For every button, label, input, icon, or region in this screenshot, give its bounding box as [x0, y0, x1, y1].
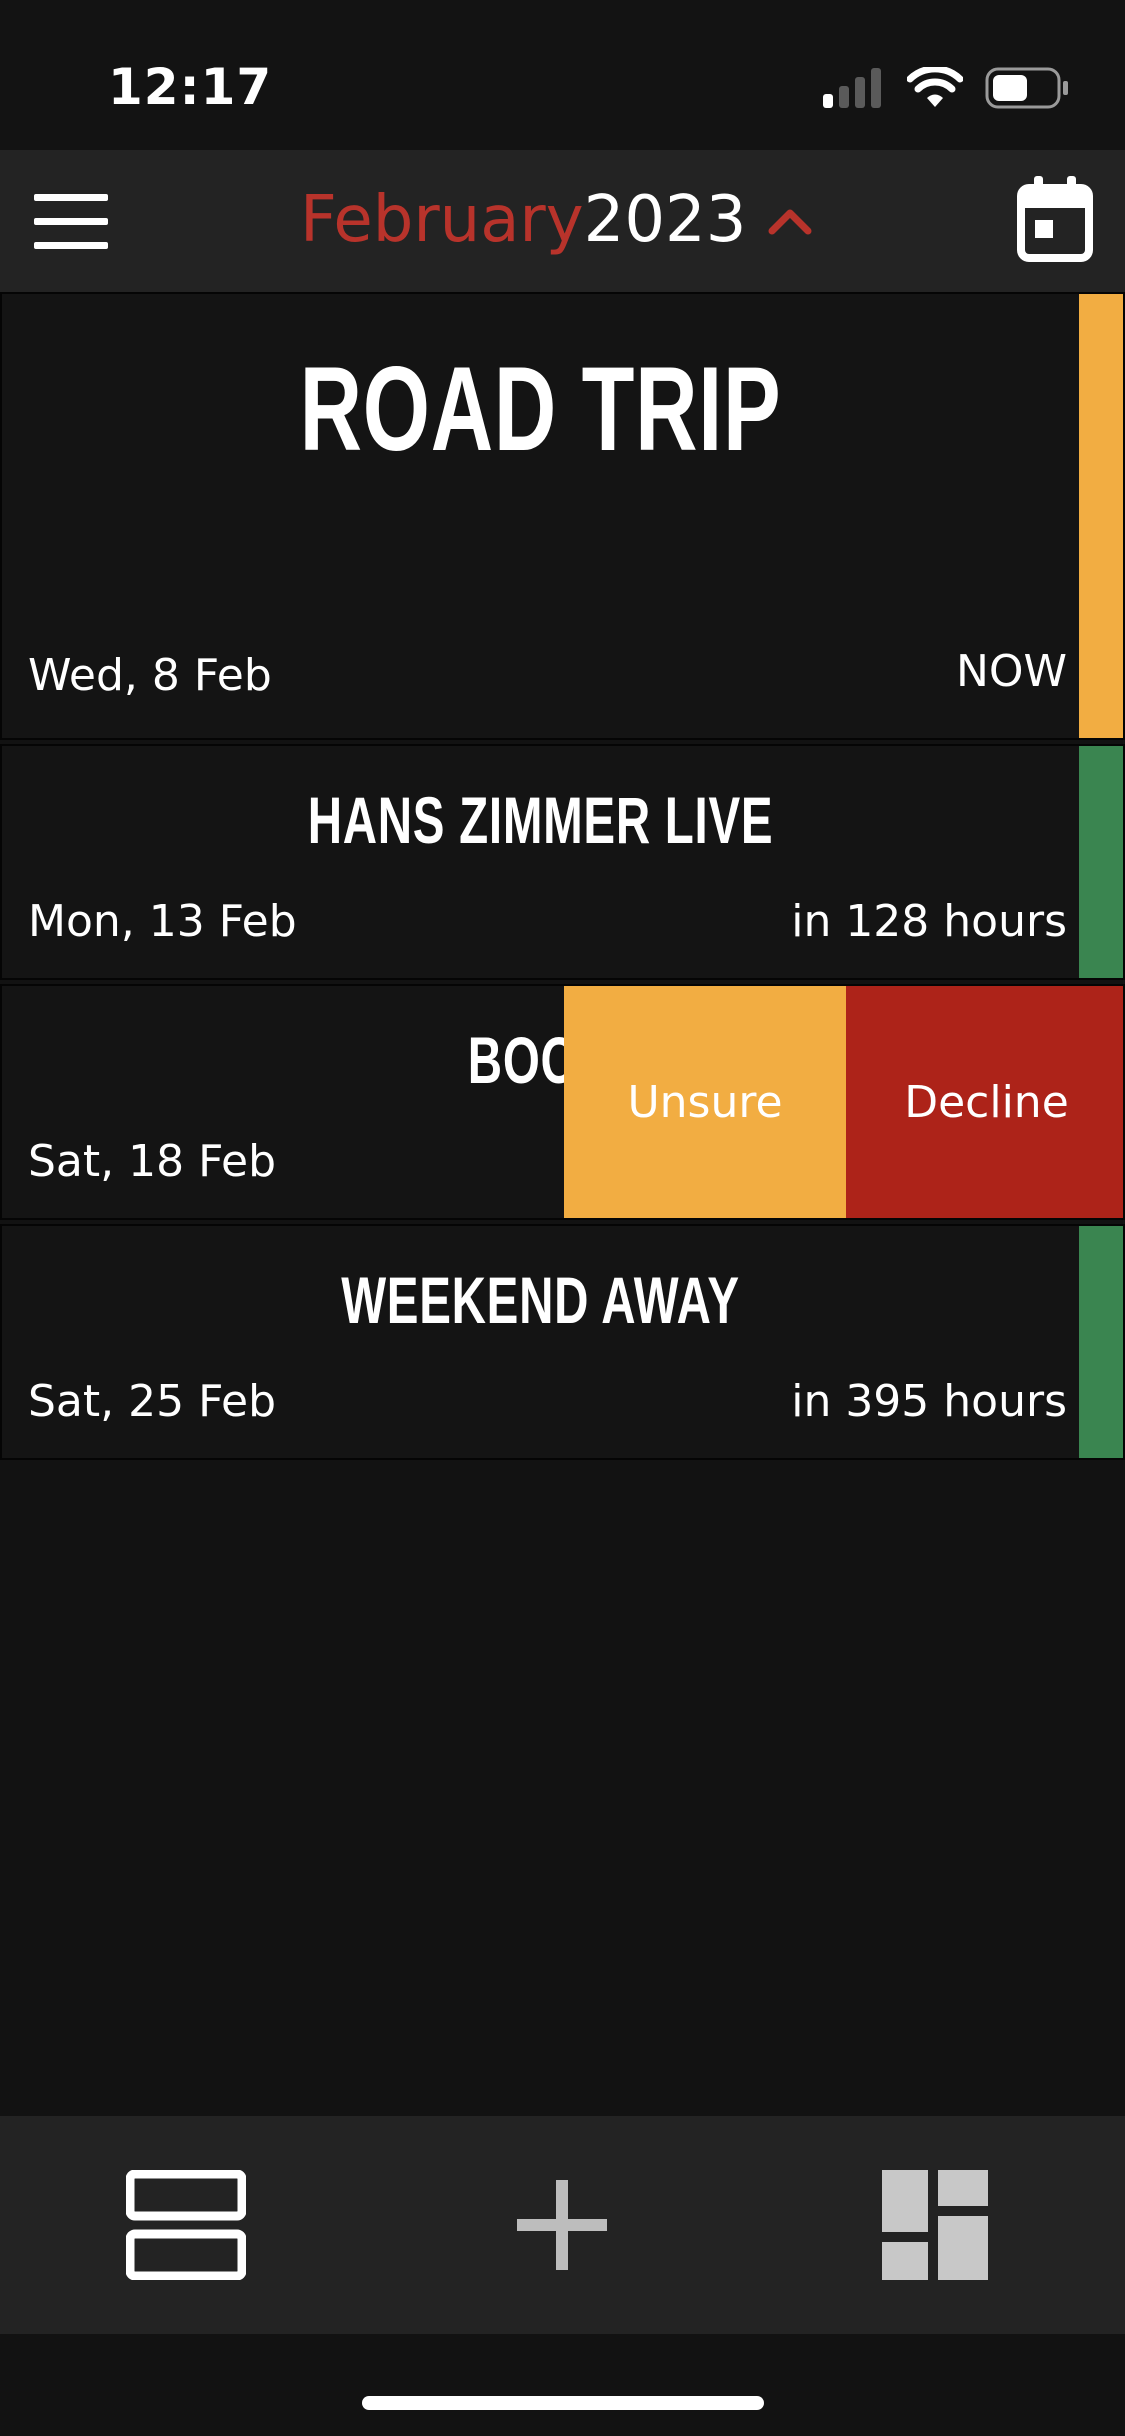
calendar-icon[interactable]: [1017, 176, 1093, 262]
event-card[interactable]: BOOK Sat, 18 Feb Unsure Decline: [0, 984, 1125, 1220]
menu-button[interactable]: [34, 194, 108, 250]
event-eta: NOW: [955, 646, 1067, 697]
event-card[interactable]: WEEKEND AWAY Sat, 25 Feb in 395 hours: [0, 1224, 1125, 1460]
wifi-icon: [907, 67, 963, 107]
dashboard-icon[interactable]: [876, 2170, 996, 2280]
status-accent: [1079, 746, 1123, 978]
event-title: HANS ZIMMER LIVE: [307, 783, 774, 857]
status-icons: [823, 66, 1069, 110]
event-eta: in 395 hours: [791, 1376, 1067, 1427]
event-card[interactable]: ROAD TRIP Wed, 8 Feb NOW: [0, 292, 1125, 740]
status-bar: 12:17: [0, 0, 1125, 150]
event-date: Sat, 25 Feb: [28, 1376, 276, 1427]
chevron-up-icon: [768, 209, 812, 235]
event-date: Wed, 8 Feb: [28, 650, 272, 701]
home-indicator: [362, 2396, 764, 2410]
event-title: ROAD TRIP: [299, 342, 782, 476]
decline-button[interactable]: Decline: [846, 986, 1123, 1218]
menu-icon: [34, 194, 108, 201]
battery-icon: [985, 67, 1068, 109]
list-view-icon[interactable]: [126, 2170, 246, 2280]
unsure-button[interactable]: Unsure: [564, 986, 846, 1218]
event-date: Mon, 13 Feb: [28, 896, 297, 947]
event-date: Sat, 18 Feb: [28, 1136, 276, 1187]
month-selector[interactable]: February 2023: [300, 180, 812, 260]
event-card[interactable]: HANS ZIMMER LIVE Mon, 13 Feb in 128 hour…: [0, 744, 1125, 980]
signal-icon: [823, 68, 881, 108]
event-title: WEEKEND AWAY: [341, 1263, 740, 1337]
status-time: 12:17: [108, 58, 273, 116]
app-header: February 2023: [0, 150, 1125, 294]
add-icon[interactable]: [502, 2170, 622, 2280]
status-accent: [1079, 294, 1123, 738]
year-label: 2023: [583, 183, 747, 257]
month-label: February: [300, 183, 584, 257]
event-eta: in 128 hours: [791, 896, 1067, 947]
tab-bar: [0, 2116, 1125, 2334]
status-accent: [1079, 1226, 1123, 1458]
